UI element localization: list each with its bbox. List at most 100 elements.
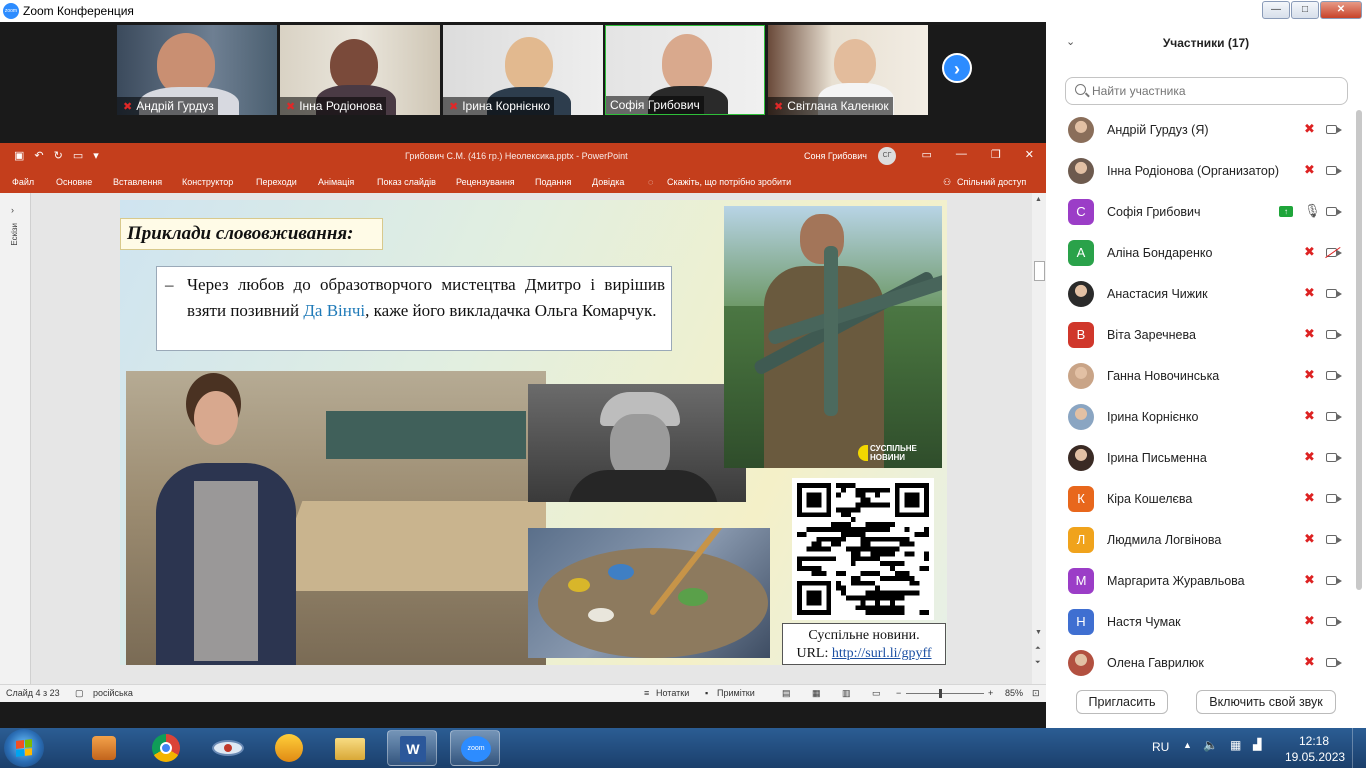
customize-icon[interactable]: ▾ (93, 149, 99, 162)
tab-file[interactable]: Файл (12, 177, 34, 187)
participant-row[interactable]: А Аліна Бондаренко ✖ (1046, 233, 1356, 274)
mic-muted-icon[interactable]: ✖ (1304, 449, 1315, 465)
tab-insert[interactable]: Вставлення (113, 177, 162, 187)
participant-row[interactable]: Інна Родіонова (Организатор) ✖ (1046, 151, 1356, 192)
signal-icon[interactable]: ▟ (1253, 738, 1261, 751)
camera-icon[interactable] (1326, 125, 1342, 134)
mic-muted-icon[interactable]: ✖ (1304, 244, 1315, 260)
clock-time[interactable]: 12:18 (1299, 734, 1329, 748)
taskbar-media-player[interactable] (80, 730, 130, 766)
zoom-slider-track[interactable] (906, 693, 984, 694)
mic-muted-icon[interactable]: ✖ (1304, 285, 1315, 301)
participant-row[interactable]: Ірина Корнієнко ✖ (1046, 397, 1356, 438)
video-tile[interactable]: ✖ Інна Родіонова (280, 25, 440, 115)
next-videos-button[interactable]: › (942, 53, 972, 83)
ppt-restore-icon[interactable]: ❐ (991, 148, 1001, 161)
notes-button[interactable]: Нотатки (656, 688, 689, 698)
tell-me-search[interactable]: Скажіть, що потрібно зробити (667, 177, 791, 187)
mic-muted-icon[interactable]: ✖ (1304, 613, 1315, 629)
taskbar-zoom[interactable]: zoom (450, 730, 500, 766)
camera-icon[interactable] (1326, 412, 1342, 421)
tab-slideshow[interactable]: Показ слайдів (377, 177, 436, 187)
start-button[interactable] (4, 729, 44, 767)
participant-row[interactable]: С Софія Грибович ↑ 🎙 (1046, 192, 1356, 233)
mic-muted-icon[interactable]: ✖ (1304, 367, 1315, 383)
save-icon[interactable]: ▣ (14, 149, 24, 162)
camera-icon[interactable] (1326, 535, 1342, 544)
camera-icon[interactable] (1326, 371, 1342, 380)
chevron-right-icon[interactable]: › (11, 205, 14, 215)
participant-row[interactable]: К Кіра Кошелєва ✖ (1046, 479, 1356, 520)
video-tile[interactable]: ✖ Андрій Гурдуз (117, 25, 277, 115)
mic-muted-icon[interactable]: ✖ (1304, 654, 1315, 670)
camera-off-icon[interactable] (1326, 248, 1342, 257)
taskbar-word[interactable]: W (387, 730, 437, 766)
slideshow-view-icon[interactable]: ▭ (872, 688, 881, 699)
normal-view-icon[interactable]: ▤ (782, 688, 791, 699)
camera-icon[interactable] (1326, 658, 1342, 667)
zoom-out-icon[interactable]: − (896, 688, 901, 698)
participant-row[interactable]: Андрій Гурдуз (Я) ✖ (1046, 110, 1356, 151)
reading-view-icon[interactable]: ▥ (842, 688, 851, 699)
video-tile-active-speaker[interactable]: Софія Грибович (605, 25, 765, 115)
camera-icon[interactable] (1326, 494, 1342, 503)
tray-expand-icon[interactable]: ▲ (1183, 740, 1192, 750)
ppt-minimize-icon[interactable]: — (956, 148, 967, 161)
taskbar-chrome[interactable] (141, 730, 191, 766)
participant-row[interactable]: М Маргарита Журавльова ✖ (1046, 561, 1356, 602)
taskbar-eye-app[interactable] (203, 730, 253, 766)
slide-canvas[interactable]: СУСПІЛЬНЕ НОВИНИ Приклади слововживання:… (120, 200, 947, 665)
tab-animations[interactable]: Анімація (318, 177, 354, 187)
mic-muted-icon[interactable]: ✖ (1304, 490, 1315, 506)
slideshow-icon[interactable]: ▭ (73, 149, 83, 162)
network-icon[interactable]: ▦ (1230, 738, 1241, 752)
zoom-slider-thumb[interactable] (939, 689, 942, 698)
participant-row[interactable]: Л Людмила Логвінова ✖ (1046, 520, 1356, 561)
mic-muted-icon[interactable]: ✖ (1304, 531, 1315, 547)
prev-slide-icon[interactable]: ⏶ (1035, 645, 1041, 653)
scroll-thumb[interactable] (1034, 261, 1045, 281)
tab-design[interactable]: Конструктор (182, 177, 233, 187)
participant-row[interactable]: Н Настя Чумак ✖ (1046, 602, 1356, 643)
scroll-down-icon[interactable]: ▼ (1035, 629, 1042, 636)
zoom-level[interactable]: 85% (1005, 688, 1023, 698)
user-avatar[interactable]: СГ (878, 147, 896, 165)
participant-row[interactable]: Анастасия Чижик ✖ (1046, 274, 1356, 315)
participant-search-input[interactable] (1065, 77, 1348, 105)
comments-button[interactable]: Примітки (717, 688, 755, 698)
share-button[interactable]: Спільний доступ (957, 177, 1026, 187)
mic-on-icon[interactable]: 🎙 (1304, 203, 1321, 219)
ribbon-options-icon[interactable]: ▭ (922, 148, 932, 161)
ppt-vertical-scrollbar[interactable]: ▲ ▼ ⏶ ⏷ (1032, 193, 1046, 684)
source-link[interactable]: http://surl.li/gpyff (832, 646, 932, 661)
minimize-button[interactable]: — (1262, 1, 1290, 19)
tab-view[interactable]: Подання (535, 177, 571, 187)
participant-row[interactable]: В Віта Заречнева ✖ (1046, 315, 1356, 356)
close-button[interactable]: ✕ (1320, 1, 1362, 19)
camera-icon[interactable] (1326, 453, 1342, 462)
tab-transitions[interactable]: Переходи (256, 177, 297, 187)
undo-icon[interactable]: ↶ (34, 149, 43, 162)
camera-icon[interactable] (1326, 166, 1342, 175)
spellcheck-icon[interactable]: ▢ (75, 688, 84, 699)
camera-icon[interactable] (1326, 207, 1342, 216)
scroll-up-icon[interactable]: ▲ (1035, 196, 1042, 203)
participant-row[interactable]: Олена Гаврилюк ✖ (1046, 643, 1356, 684)
invite-button[interactable]: Пригласить (1076, 690, 1168, 714)
volume-icon[interactable]: 🔈 (1203, 738, 1218, 752)
clock-date[interactable]: 19.05.2023 (1285, 750, 1345, 764)
mic-muted-icon[interactable]: ✖ (1304, 572, 1315, 588)
ppt-close-icon[interactable]: ✕ (1025, 148, 1034, 161)
tab-home[interactable]: Основне (56, 177, 92, 187)
participant-row[interactable]: Ірина Письменна ✖ (1046, 438, 1356, 479)
taskbar-vpn-app[interactable] (264, 730, 314, 766)
participant-list-scrollbar[interactable] (1356, 110, 1362, 590)
participant-row[interactable]: Ганна Новочинська ✖ (1046, 356, 1356, 397)
mic-muted-icon[interactable]: ✖ (1304, 162, 1315, 178)
maximize-button[interactable]: □ (1291, 1, 1319, 19)
next-slide-icon[interactable]: ⏷ (1035, 659, 1041, 667)
thumbnails-pane[interactable]: › Ескізи (0, 193, 31, 684)
camera-icon[interactable] (1326, 617, 1342, 626)
camera-icon[interactable] (1326, 576, 1342, 585)
slide-sorter-icon[interactable]: ▦ (812, 688, 821, 699)
